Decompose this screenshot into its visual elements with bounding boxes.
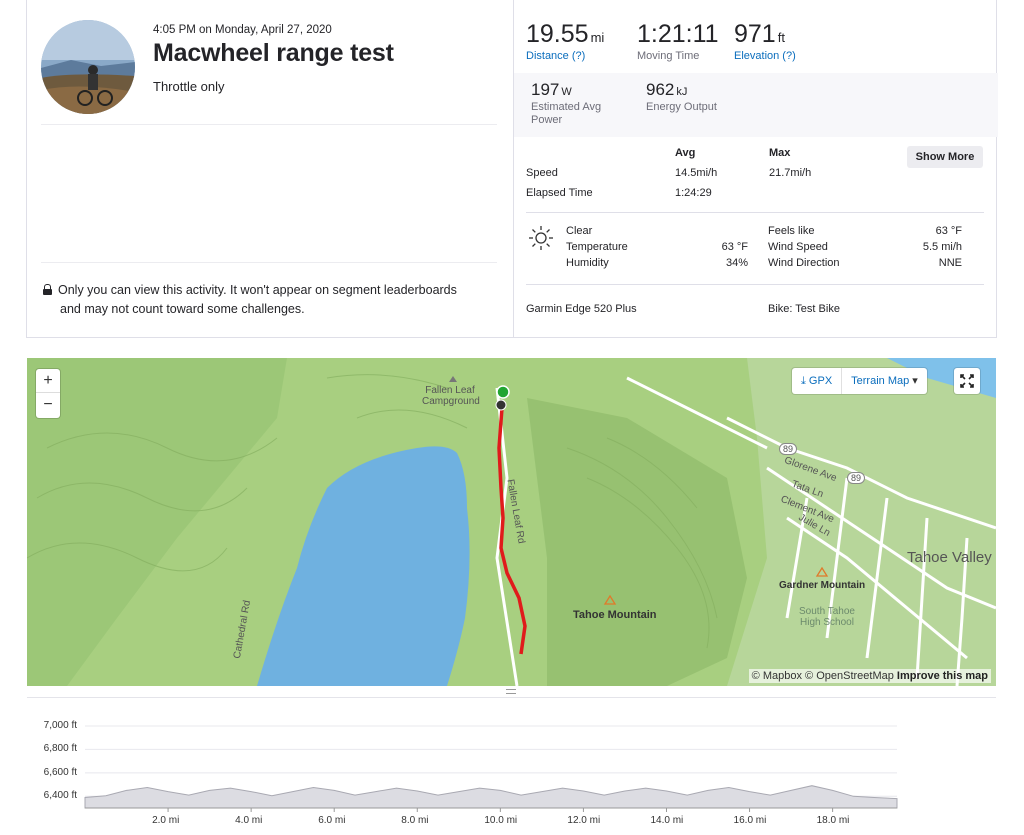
power-unit: W: [561, 86, 572, 98]
map-label-tahoe-mountain: Tahoe Mountain: [573, 609, 657, 621]
privacy-line-1: Only you can view this activity. It won'…: [58, 283, 457, 297]
map-label-highway: 89: [779, 443, 798, 455]
elevation-plot[interactable]: [27, 698, 996, 835]
power-label: Estimated Avg Power: [531, 101, 602, 126]
gpx-label: GPX: [808, 375, 833, 387]
map-label-highway: 89: [847, 472, 866, 484]
power-stat: 197 W Estimated Avg Power: [531, 80, 621, 127]
distance-label-link[interactable]: Distance (?): [526, 50, 604, 62]
humidity-label: Humidity: [566, 257, 609, 269]
divider: [41, 124, 497, 125]
avatar[interactable]: [41, 20, 135, 114]
elevation-chart[interactable]: 7,000 ft 6,800 ft 6,600 ft 6,400 ft 2.0 mi 4…: [27, 698, 996, 835]
distance-value: 19.55: [526, 20, 589, 48]
elapsed-avg: 1:24:29: [675, 187, 712, 199]
temperature-value: 63 °F: [721, 241, 748, 253]
feels-like-label: Feels like: [768, 225, 815, 237]
osm-attribution-link[interactable]: © OpenStreetMap: [805, 670, 894, 682]
page-title: Macwheel range test: [153, 39, 394, 67]
route-map[interactable]: Fallen Leaf Campground Tahoe Mountain Ga…: [27, 358, 996, 686]
gpx-download-button[interactable]: ⤓ GPX: [792, 368, 841, 394]
elevation-value: 971: [734, 20, 776, 48]
chevron-down-icon: ▾: [909, 375, 918, 387]
privacy-notice: Only you can view this activity. It won'…: [43, 281, 513, 319]
improve-map-link[interactable]: Improve this map: [897, 670, 988, 682]
zoom-in-button[interactable]: +: [36, 369, 60, 393]
download-icon: ⤓: [801, 375, 809, 387]
wind-speed-label: Wind Speed: [768, 241, 828, 253]
sun-icon: [529, 226, 553, 250]
temperature-label: Temperature: [566, 241, 628, 253]
humidity-value: 34%: [725, 257, 748, 269]
wind-speed-value: 5.5 mi/h: [922, 241, 962, 253]
energy-unit: kJ: [676, 86, 688, 98]
map-label-campground: Fallen Leaf Campground: [422, 385, 480, 407]
power-value: 197: [531, 80, 560, 99]
activity-stats-panel: 19.55 mi Distance (?) 1:21:11 Moving Time…: [513, 0, 998, 338]
moving-time-value: 1:21:11: [637, 20, 719, 48]
map-attribution: © Mapbox © OpenStreetMap Improve this ma…: [748, 669, 991, 683]
privacy-line-2: and may not count toward some challenges…: [60, 302, 305, 316]
elevation-stat: 971 ft Elevation (?): [734, 20, 796, 62]
elevation-label-link[interactable]: Elevation (?): [734, 50, 796, 62]
device-name: Garmin Edge 520 Plus: [526, 303, 637, 315]
map-label-school: South Tahoe High School: [799, 606, 855, 628]
feels-like-value: 63 °F: [935, 225, 962, 237]
weather-condition: Clear: [566, 225, 593, 237]
drag-handle-icon[interactable]: [506, 689, 516, 694]
map-label-tahoe-valley: Tahoe Valley: [907, 549, 992, 566]
bike-name[interactable]: Bike: Test Bike: [768, 303, 840, 315]
activity-header: 4:05 PM on Monday, April 27, 2020 Macwhe…: [27, 0, 513, 338]
avg-column-header: Avg: [675, 147, 696, 159]
energy-label: Energy Output: [646, 101, 717, 113]
speed-max: 21.7mi/h: [769, 167, 812, 179]
mapbox-attribution-link[interactable]: © Mapbox: [752, 670, 802, 682]
map-label-gardner-mountain: Gardner Mountain: [779, 580, 866, 591]
distance-stat: 19.55 mi Distance (?): [526, 20, 604, 62]
activity-timestamp: 4:05 PM on Monday, April 27, 2020: [153, 24, 332, 36]
map-type-label: Terrain Map: [851, 375, 910, 387]
activity-description: Throttle only: [153, 79, 225, 94]
elevation-unit: ft: [777, 30, 785, 45]
divider: [526, 284, 984, 285]
activity-summary-card: 4:05 PM on Monday, April 27, 2020 Macwhe…: [26, 0, 998, 338]
fullscreen-icon: [960, 374, 974, 388]
wind-direction-value: NNE: [938, 257, 962, 269]
moving-time-stat: 1:21:11 Moving Time: [637, 20, 719, 62]
zoom-control: + −: [36, 369, 60, 418]
speed-label: Speed: [526, 167, 558, 179]
elapsed-label: Elapsed Time: [526, 187, 593, 199]
wind-direction-label: Wind Direction: [768, 257, 840, 269]
divider: [41, 262, 497, 263]
distance-unit: mi: [590, 30, 605, 45]
zoom-out-button[interactable]: −: [36, 393, 60, 417]
divider: [526, 212, 984, 213]
lock-icon: [43, 284, 52, 295]
moving-time-label: Moving Time: [637, 50, 700, 62]
elevation-area[interactable]: [84, 785, 898, 809]
energy-stat: 962 kJ Energy Output: [646, 80, 717, 114]
map-type-select[interactable]: Terrain Map ▾: [841, 368, 927, 394]
show-more-button[interactable]: Show More: [907, 146, 983, 168]
energy-value: 962: [646, 80, 675, 99]
max-column-header: Max: [769, 147, 791, 159]
fullscreen-button[interactable]: [954, 368, 980, 394]
speed-avg: 14.5mi/h: [675, 167, 718, 179]
map-toolbar: ⤓ GPX Terrain Map ▾: [792, 368, 927, 394]
